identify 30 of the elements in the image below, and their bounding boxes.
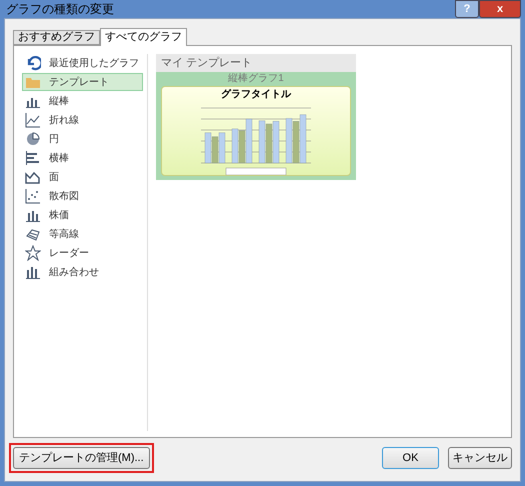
chart-type-icon xyxy=(25,150,41,166)
chart-type-item[interactable]: 株価 xyxy=(22,206,143,224)
tab[interactable]: すべてのグラフ xyxy=(100,28,187,46)
chart-type-icon xyxy=(25,112,41,128)
chart-type-item[interactable]: 最近使用したグラフ xyxy=(22,54,143,72)
chart-type-item[interactable]: 縦棒 xyxy=(22,92,143,110)
ok-button[interactable]: OK xyxy=(382,447,439,469)
chart-type-item[interactable]: レーダー xyxy=(22,244,143,262)
chart-type-icon xyxy=(25,264,41,280)
chart-type-item[interactable]: 面 xyxy=(22,168,143,186)
chart-type-item[interactable]: 組み合わせ xyxy=(22,263,143,281)
chart-type-item[interactable]: 折れ線 xyxy=(22,111,143,129)
chart-type-icon xyxy=(25,188,41,204)
window-title: グラフの種類の変更 xyxy=(5,1,114,18)
template-thumbnail[interactable]: 縦棒グラフ1 グラフタイトル xyxy=(156,72,356,180)
chart-type-item[interactable]: 横棒 xyxy=(22,149,143,167)
chart-type-item[interactable]: テンプレート xyxy=(22,73,143,91)
chart-type-item[interactable]: 円 xyxy=(22,130,143,148)
cancel-button[interactable]: キャンセル xyxy=(448,447,512,469)
chart-type-icon xyxy=(25,169,41,185)
chart-type-icon xyxy=(25,245,41,261)
chart-type-icon xyxy=(25,131,41,147)
chart-title: グラフタイトル xyxy=(221,88,291,101)
manage-templates-button[interactable]: テンプレートの管理(M)... xyxy=(13,447,150,469)
chart-type-icon xyxy=(25,55,41,71)
tab[interactable]: おすすめグラフ xyxy=(13,30,100,45)
close-button[interactable]: x xyxy=(479,0,521,18)
chart-type-item[interactable]: 等高線 xyxy=(22,225,143,243)
section-header: マイ テンプレート xyxy=(156,54,356,72)
chart-type-item[interactable]: 散布図 xyxy=(22,187,143,205)
